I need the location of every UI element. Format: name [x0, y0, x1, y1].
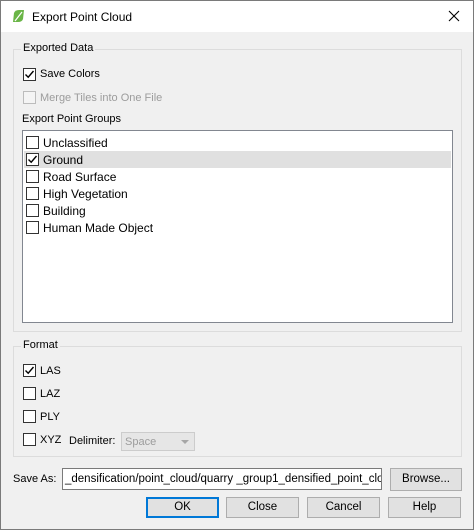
- ground-checkbox[interactable]: [26, 153, 39, 166]
- export-point-cloud-dialog: Export Point Cloud Exported Data Save Co…: [0, 0, 474, 530]
- laz-label: LAZ: [40, 388, 61, 400]
- export-point-groups-label: Export Point Groups: [22, 113, 122, 125]
- checkmark-icon: [25, 366, 35, 375]
- laz-checkbox[interactable]: [23, 387, 36, 400]
- ply-label: PLY: [40, 411, 60, 423]
- list-item-label: Ground: [43, 153, 84, 167]
- checkmark-icon: [28, 155, 38, 164]
- delimiter-select: Space: [121, 432, 195, 451]
- chevron-down-icon: [181, 440, 189, 444]
- building-checkbox[interactable]: [26, 204, 39, 217]
- save-colors-checkbox[interactable]: [23, 68, 36, 81]
- ok-button[interactable]: OK: [146, 497, 219, 518]
- delimiter-value: Space: [125, 436, 157, 448]
- exported-data-title: Exported Data: [21, 42, 96, 54]
- save-colors-label: Save Colors: [40, 68, 100, 80]
- checkmark-icon: [25, 70, 35, 79]
- list-item-label: Road Surface: [43, 170, 117, 184]
- list-item-label: Human Made Object: [43, 221, 154, 235]
- cancel-button[interactable]: Cancel: [307, 497, 380, 518]
- close-icon[interactable]: [445, 7, 463, 25]
- las-label: LAS: [40, 365, 61, 377]
- list-item-label: High Vegetation: [43, 187, 128, 201]
- save-as-label: Save As:: [13, 473, 57, 485]
- close-button[interactable]: Close: [226, 497, 299, 518]
- window-title: Export Point Cloud: [32, 10, 133, 24]
- merge-tiles-checkbox: [23, 91, 36, 104]
- ply-checkbox[interactable]: [23, 410, 36, 423]
- pix4d-leaf-icon: [13, 10, 24, 22]
- merge-tiles-label: Merge Tiles into One File: [40, 92, 163, 104]
- las-checkbox[interactable]: [23, 364, 36, 377]
- format-title: Format: [21, 339, 60, 351]
- list-item[interactable]: Unclassified: [24, 134, 451, 151]
- title-bar: Export Point Cloud: [1, 1, 473, 32]
- xyz-label: XYZ: [40, 434, 62, 446]
- road-surface-checkbox[interactable]: [26, 170, 39, 183]
- delimiter-label: Delimiter:: [69, 435, 116, 447]
- list-item[interactable]: Human Made Object: [24, 219, 451, 236]
- list-item[interactable]: Ground: [24, 151, 451, 168]
- human-made-object-checkbox[interactable]: [26, 221, 39, 234]
- list-item[interactable]: Road Surface: [24, 168, 451, 185]
- save-as-path-field[interactable]: _densification/point_cloud/quarry _group…: [62, 468, 382, 490]
- list-item[interactable]: Building: [24, 202, 451, 219]
- unclassified-checkbox[interactable]: [26, 136, 39, 149]
- xyz-checkbox[interactable]: [23, 433, 36, 446]
- list-item-label: Building: [43, 204, 86, 218]
- point-groups-list[interactable]: Unclassified Ground Road Surface High Ve…: [22, 130, 453, 323]
- list-item-label: Unclassified: [43, 136, 108, 150]
- browse-button[interactable]: Browse...: [390, 468, 462, 491]
- list-item[interactable]: High Vegetation: [24, 185, 451, 202]
- help-button[interactable]: Help: [388, 497, 461, 518]
- high-vegetation-checkbox[interactable]: [26, 187, 39, 200]
